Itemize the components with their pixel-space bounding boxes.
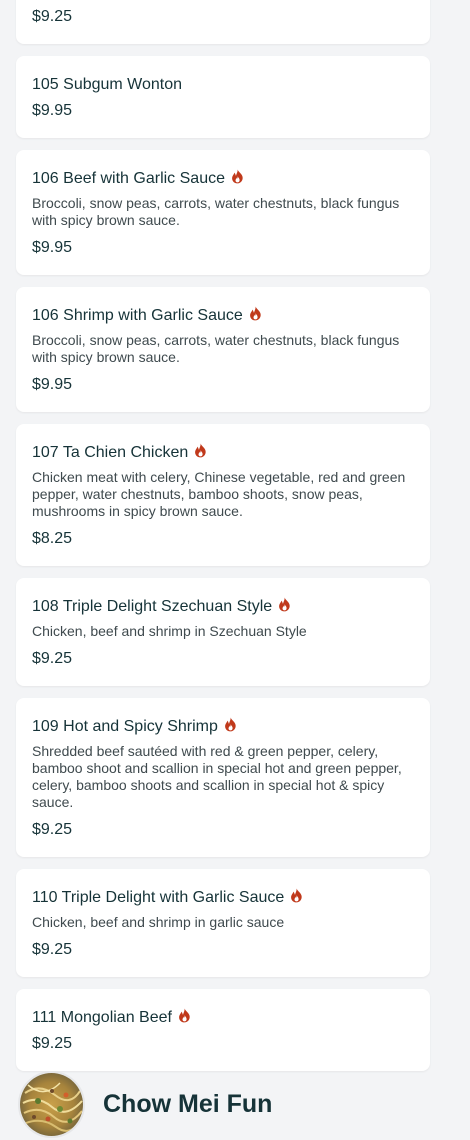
menu-item-description: Broccoli, snow peas, carrots, water ches… — [32, 332, 400, 365]
spicy-flame-icon — [178, 1008, 191, 1023]
menu-item-name: 109 Hot and Spicy Shrimp — [32, 718, 218, 735]
menu-item-card[interactable]: 109 Hot and Spicy Shrimp Shredded beef sa… — [16, 698, 430, 857]
menu-item-title: 110 Triple Delight with Garlic Sauce — [32, 888, 414, 908]
menu-item-price: $9.95 — [32, 239, 73, 256]
spicy-flame-icon — [290, 888, 303, 903]
menu-item-description: Chicken meat with celery, Chinese vegeta… — [32, 469, 406, 519]
spicy-flame-icon — [194, 443, 207, 458]
menu-item-price: $9.25 — [32, 8, 73, 25]
menu-item-card[interactable]: 110 Triple Delight with Garlic Sauce Chic… — [16, 869, 430, 977]
section-header: Chow Mei Fun — [18, 1071, 272, 1138]
menu-item-description: Shredded beef sautéed with red & green p… — [32, 743, 402, 810]
menu-page: $9.25 105 Subgum Wonton $9.95 106 Beef with… — [0, 0, 470, 1140]
noodle-dish-icon — [20, 1073, 83, 1136]
spicy-flame-icon — [249, 306, 262, 321]
menu-item-title: 109 Hot and Spicy Shrimp — [32, 717, 414, 737]
menu-item-price: $9.95 — [32, 376, 73, 393]
menu-item-card[interactable]: $9.25 — [16, 0, 430, 44]
menu-item-name: 110 Triple Delight with Garlic Sauce — [32, 889, 285, 906]
section-title: Chow Mei Fun — [103, 1090, 273, 1118]
menu-item-card[interactable]: 105 Subgum Wonton $9.95 — [16, 56, 430, 138]
menu-item-name: 107 Ta Chien Chicken — [32, 444, 189, 461]
menu-item-description: Chicken, beef and shrimp in Szechuan Sty… — [32, 623, 307, 639]
spicy-flame-icon — [224, 717, 237, 732]
spicy-flame-icon — [231, 169, 244, 184]
menu-item-title: 111 Mongolian Beef — [32, 1008, 414, 1028]
section-image — [18, 1071, 85, 1138]
menu-item-name: 105 Subgum Wonton — [32, 76, 183, 93]
menu-item-card[interactable]: 107 Ta Chien Chicken Chicken meat with ce… — [16, 424, 430, 566]
menu-item-name: 106 Shrimp with Garlic Sauce — [32, 307, 243, 324]
menu-item-list: $9.25 105 Subgum Wonton $9.95 106 Beef with… — [16, 0, 430, 1083]
menu-item-card[interactable]: 111 Mongolian Beef $9.25 — [16, 989, 430, 1071]
spicy-flame-icon — [278, 597, 291, 612]
menu-item-title: 106 Shrimp with Garlic Sauce — [32, 306, 414, 326]
menu-item-name: 108 Triple Delight Szechuan Style — [32, 598, 273, 615]
menu-item-description: Chicken, beef and shrimp in garlic sauce — [32, 914, 285, 930]
menu-item-price: $8.25 — [32, 530, 73, 547]
menu-item-price: $9.25 — [32, 941, 73, 958]
menu-item-price: $9.95 — [32, 102, 73, 119]
menu-item-price: $9.25 — [32, 650, 73, 667]
menu-item-description: Broccoli, snow peas, carrots, water ches… — [32, 195, 400, 228]
menu-item-price: $9.25 — [32, 821, 73, 838]
menu-item-card[interactable]: 108 Triple Delight Szechuan Style Chicken… — [16, 578, 430, 686]
menu-item-card[interactable]: 106 Beef with Garlic Sauce Broccoli, snow… — [16, 150, 430, 275]
menu-item-name: 106 Beef with Garlic Sauce — [32, 170, 225, 187]
menu-item-title: 107 Ta Chien Chicken — [32, 443, 414, 463]
menu-item-card[interactable]: 106 Shrimp with Garlic Sauce Broccoli, sn… — [16, 287, 430, 412]
menu-item-title: 108 Triple Delight Szechuan Style — [32, 597, 414, 617]
menu-item-name: 111 Mongolian Beef — [32, 1009, 172, 1026]
menu-item-price: $9.25 — [32, 1035, 73, 1052]
menu-item-title: 105 Subgum Wonton — [32, 75, 414, 95]
menu-item-title: 106 Beef with Garlic Sauce — [32, 169, 414, 189]
